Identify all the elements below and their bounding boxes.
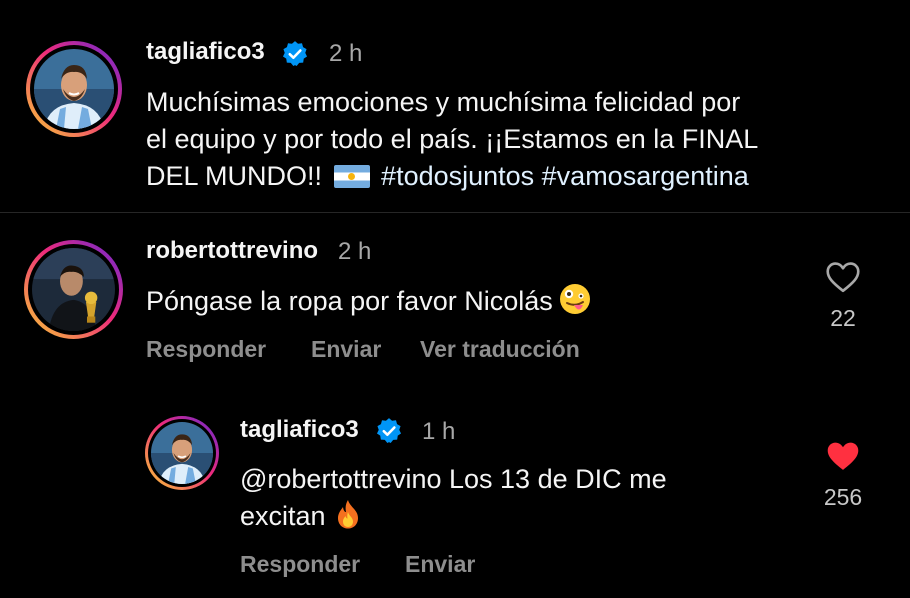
- reply-text: @robertottrevino Los 13 de DIC me excita…: [240, 461, 780, 535]
- fire-icon: [332, 498, 364, 530]
- verified-badge-icon: [376, 418, 402, 444]
- reply-send-button[interactable]: Enviar: [405, 551, 475, 578]
- avatar-photo-icon: [32, 248, 115, 331]
- reply-like-count: 256: [823, 484, 863, 510]
- reply-line: excitan: [240, 498, 780, 535]
- reply-timestamp: 1 h: [422, 418, 456, 445]
- comment-like-heart-icon[interactable]: [825, 261, 861, 293]
- caption-line: el equipo y por todo el país. ¡¡Estamos …: [146, 124, 759, 154]
- zany-face-icon: [559, 283, 591, 315]
- avatar-photo-icon: [34, 49, 114, 129]
- reply-like-heart-filled-icon[interactable]: [825, 440, 861, 472]
- caption-text: DEL MUNDO!!: [146, 161, 323, 191]
- reply-username[interactable]: tagliafico3: [240, 416, 359, 444]
- comment-send-button[interactable]: Enviar: [311, 336, 381, 363]
- post-author-avatar[interactable]: [26, 41, 122, 137]
- comment-reply-button[interactable]: Responder: [146, 336, 266, 363]
- commenter-username[interactable]: robertottrevino: [146, 237, 318, 265]
- divider: [0, 212, 910, 213]
- caption-line: DEL MUNDO!! #todosjuntos #vamosargentina: [146, 158, 886, 195]
- comment-body: Póngase la ropa por favor Nicolás: [146, 286, 553, 316]
- comment-like-count: 22: [830, 305, 856, 331]
- comment-timestamp: 2 h: [338, 238, 372, 265]
- see-translation-button[interactable]: Ver traducción: [420, 336, 580, 363]
- reply-reply-button[interactable]: Responder: [240, 551, 360, 578]
- comments-screen: tagliafico3 2 h Muchísimas emociones y m…: [0, 0, 910, 598]
- argentina-flag-icon: [333, 165, 370, 188]
- post-username[interactable]: tagliafico3: [146, 38, 265, 66]
- caption-line: Muchísimas emociones y muchísima felicid…: [146, 87, 741, 117]
- reply-author-avatar[interactable]: [145, 416, 219, 490]
- post-caption: Muchísimas emociones y muchísima felicid…: [146, 84, 886, 195]
- reply-line: @robertottrevino Los 13 de DIC me: [240, 464, 667, 494]
- comment-text: Póngase la ropa por favor Nicolás: [146, 283, 766, 320]
- post-timestamp: 2 h: [329, 40, 363, 67]
- commenter-avatar[interactable]: [24, 240, 123, 339]
- verified-badge-icon: [282, 41, 308, 67]
- avatar-photo-icon: [151, 422, 213, 484]
- hashtags-link[interactable]: #todosjuntos #vamosargentina: [381, 161, 749, 191]
- reply-body: excitan: [240, 501, 326, 531]
